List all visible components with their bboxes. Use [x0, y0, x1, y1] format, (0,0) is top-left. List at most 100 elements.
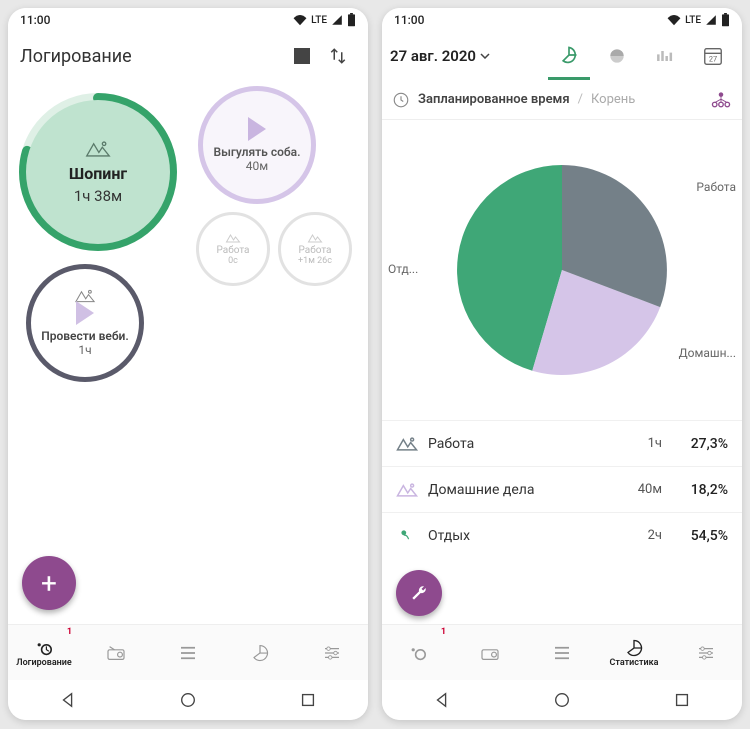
sort-button[interactable]: [320, 38, 356, 74]
home-icon[interactable]: [179, 691, 197, 709]
tab-calendar[interactable]: 27: [692, 32, 734, 80]
breadcrumb-root: Корень: [591, 92, 635, 107]
nav-list[interactable]: [526, 625, 598, 680]
stacked-icon: [607, 46, 627, 66]
activity-bubble-dog[interactable]: Выгулять соба. 40м: [198, 86, 316, 204]
pie-chart[interactable]: Работа Домашн... Отд...: [382, 120, 742, 420]
battery-icon: [721, 13, 730, 27]
nav-stats[interactable]: [224, 625, 296, 680]
stop-button[interactable]: [284, 38, 320, 74]
activity-bubble-webinar[interactable]: Провести веби. 1ч: [26, 264, 144, 382]
nav-list[interactable]: [152, 625, 224, 680]
bubble-label: Выгулять соба.: [213, 145, 300, 159]
nav-label: Статистика: [610, 658, 659, 668]
back-icon[interactable]: [59, 691, 77, 709]
list-icon: [179, 646, 197, 660]
bars-icon: [655, 46, 675, 66]
bubble-label: Провести веби.: [41, 329, 129, 343]
legend-name: Домашние дела: [428, 482, 608, 498]
bubble-time: 1ч 38м: [74, 187, 122, 205]
breadcrumb-bar: Запланированное время / Корень: [382, 80, 742, 120]
nav-settings[interactable]: [670, 625, 742, 680]
legend-duration: 2ч: [618, 528, 662, 543]
legend-percent: 18,2%: [672, 482, 728, 498]
date-label: 27 авг. 2020: [390, 47, 476, 65]
legend-row-rest[interactable]: Отдых 2ч 54,5%: [382, 512, 742, 558]
clock-icon: [392, 91, 410, 109]
network-label: LTE: [311, 15, 327, 26]
timer-dot-icon: [408, 645, 428, 661]
add-fab[interactable]: +: [22, 556, 76, 610]
calendar-icon: 27: [702, 45, 724, 67]
stats-toolbar: 27 авг. 2020 27: [382, 32, 742, 80]
phone-right: 11:00 LTE 27 авг. 2020 27 Запланированно…: [382, 8, 742, 720]
dropdown-icon: [480, 53, 490, 59]
app-bar: Логирование: [8, 32, 368, 80]
system-nav: [382, 680, 742, 720]
nav-logging[interactable]: 1: [382, 625, 454, 680]
home-icon[interactable]: [553, 691, 571, 709]
play-icon: [76, 301, 94, 325]
legend-list: Работа 1ч 27,3% Домашние дела 40м 18,2% …: [382, 420, 742, 558]
tools-fab[interactable]: [396, 570, 442, 616]
bubbles-area: Шопинг 1ч 38м Выгулять соба. 40м Провест…: [8, 80, 368, 624]
timer-dot-icon: [34, 640, 54, 656]
nav-pomodoro[interactable]: [454, 625, 526, 680]
nav-settings[interactable]: [296, 625, 368, 680]
play-icon: [248, 117, 266, 141]
breadcrumb-title: Запланированное время: [418, 92, 570, 107]
plus-icon: +: [41, 567, 57, 600]
nav-stats[interactable]: Статистика: [598, 625, 670, 680]
pie-label-home: Домашн...: [679, 346, 736, 360]
status-bar: 11:00 LTE: [382, 8, 742, 32]
radio-icon: [480, 645, 500, 661]
legend-percent: 27,3%: [672, 436, 728, 452]
system-nav: [8, 680, 368, 720]
badge: 1: [67, 627, 72, 637]
mountain-icon: [225, 233, 241, 243]
tab-stacked[interactable]: [596, 32, 638, 80]
bubble-time: +1м 26с: [298, 256, 332, 266]
bottom-nav: 1 Статистика: [382, 624, 742, 680]
back-icon[interactable]: [433, 691, 451, 709]
recent-icon[interactable]: [673, 691, 691, 709]
dot-icon: [396, 528, 418, 544]
nav-label: Логирование: [16, 658, 72, 668]
breadcrumb-sep: /: [578, 92, 583, 107]
activity-bubble-shopping[interactable]: Шопинг 1ч 38м: [18, 92, 178, 252]
legend-name: Отдых: [428, 528, 608, 544]
pie-icon: [251, 644, 269, 662]
phone-left: 11:00 LTE Логирование Шопинг 1ч 38м Вы: [8, 8, 368, 720]
date-picker[interactable]: 27 авг. 2020: [390, 47, 490, 65]
mountain-icon: [396, 436, 418, 452]
activity-bubble-work-1[interactable]: Работа 0с: [196, 212, 270, 286]
legend-name: Работа: [428, 436, 608, 452]
status-bar: 11:00 LTE: [8, 8, 368, 32]
mountain-icon: [307, 233, 323, 243]
pie-icon: [559, 45, 579, 65]
mountain-icon: [85, 140, 111, 158]
recent-icon[interactable]: [299, 691, 317, 709]
bubble-label: Работа: [217, 245, 250, 256]
hierarchy-icon[interactable]: [710, 91, 732, 109]
tab-pie[interactable]: [548, 32, 590, 80]
bubble-time: 1ч: [78, 343, 91, 357]
nav-pomodoro[interactable]: [80, 625, 152, 680]
legend-row-home[interactable]: Домашние дела 40м 18,2%: [382, 466, 742, 512]
legend-row-work[interactable]: Работа 1ч 27,3%: [382, 420, 742, 466]
nav-logging[interactable]: 1 Логирование: [8, 625, 80, 680]
mountain-icon: [396, 482, 418, 498]
bottom-nav: 1 Логирование: [8, 624, 368, 680]
page-title: Логирование: [20, 46, 284, 67]
bubble-label: Работа: [299, 245, 332, 256]
activity-bubble-work-2[interactable]: Работа +1м 26с: [278, 212, 352, 286]
status-time: 11:00: [394, 13, 424, 27]
status-time: 11:00: [20, 13, 50, 27]
svg-text:27: 27: [709, 55, 717, 64]
badge: 1: [441, 627, 446, 637]
list-icon: [553, 646, 571, 660]
bubble-label: Шопинг: [69, 164, 127, 183]
tab-bars[interactable]: [644, 32, 686, 80]
pie-icon: [625, 639, 643, 657]
signal-icon: [331, 14, 343, 26]
